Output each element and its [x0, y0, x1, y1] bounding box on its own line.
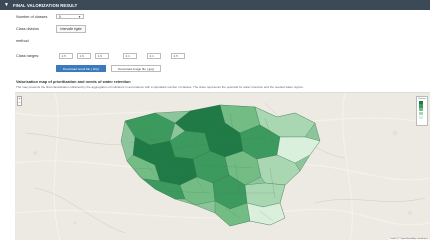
map-title: Valorisation map of prioritization and n… — [16, 79, 131, 84]
num-classes-value: 5 — [59, 15, 61, 19]
legend-swatch — [419, 111, 423, 116]
download-image-button[interactable]: Download image file (.jpg) — [111, 65, 161, 72]
section-title: FINAL VALORIZATION RESULT — [12, 2, 78, 8]
class-range-input-5[interactable]: 2.1 — [147, 53, 161, 59]
caret-down-icon: ▼ — [78, 15, 81, 19]
class-range-input-1[interactable]: 1.5 — [59, 53, 73, 59]
chevron-down-icon[interactable]: ▼ — [4, 2, 9, 8]
region-polygons[interactable] — [15, 93, 430, 240]
map-legend: Classes — [416, 96, 428, 126]
download-shp-button[interactable]: Download result file (.shp) — [56, 65, 106, 72]
class-division-button[interactable]: Intervalle égale — [56, 25, 86, 33]
class-range-input-4[interactable]: 2.1 — [123, 53, 137, 59]
legend-title: Classes — [418, 98, 426, 100]
num-classes-label: Number of classes — [16, 15, 48, 19]
section-header[interactable]: ▼ FINAL VALORIZATION RESULT — [0, 0, 430, 10]
legend-swatch — [419, 104, 423, 108]
class-range-input-2[interactable]: 1.6 — [77, 53, 91, 59]
num-classes-select[interactable]: 5 ▼ — [56, 14, 84, 19]
method-label: method — [16, 39, 29, 43]
legend-swatch — [419, 108, 423, 112]
legend-swatch — [419, 115, 423, 119]
legend-swatch — [419, 100, 423, 104]
zoom-control[interactable]: + − — [17, 96, 22, 106]
class-division-label: Class division — [16, 27, 40, 31]
map-view[interactable]: + − Classes Leaflet | © OpenStreetMap co… — [15, 92, 430, 240]
zoom-out-button[interactable]: − — [18, 101, 20, 105]
class-range-input-3[interactable]: 1.9 — [95, 53, 109, 59]
map-subtitle: The map presents the final classificatio… — [16, 85, 304, 89]
class-range-input-6[interactable]: 2.5 — [171, 53, 185, 59]
class-ranges-label: Class ranges: — [16, 54, 40, 58]
